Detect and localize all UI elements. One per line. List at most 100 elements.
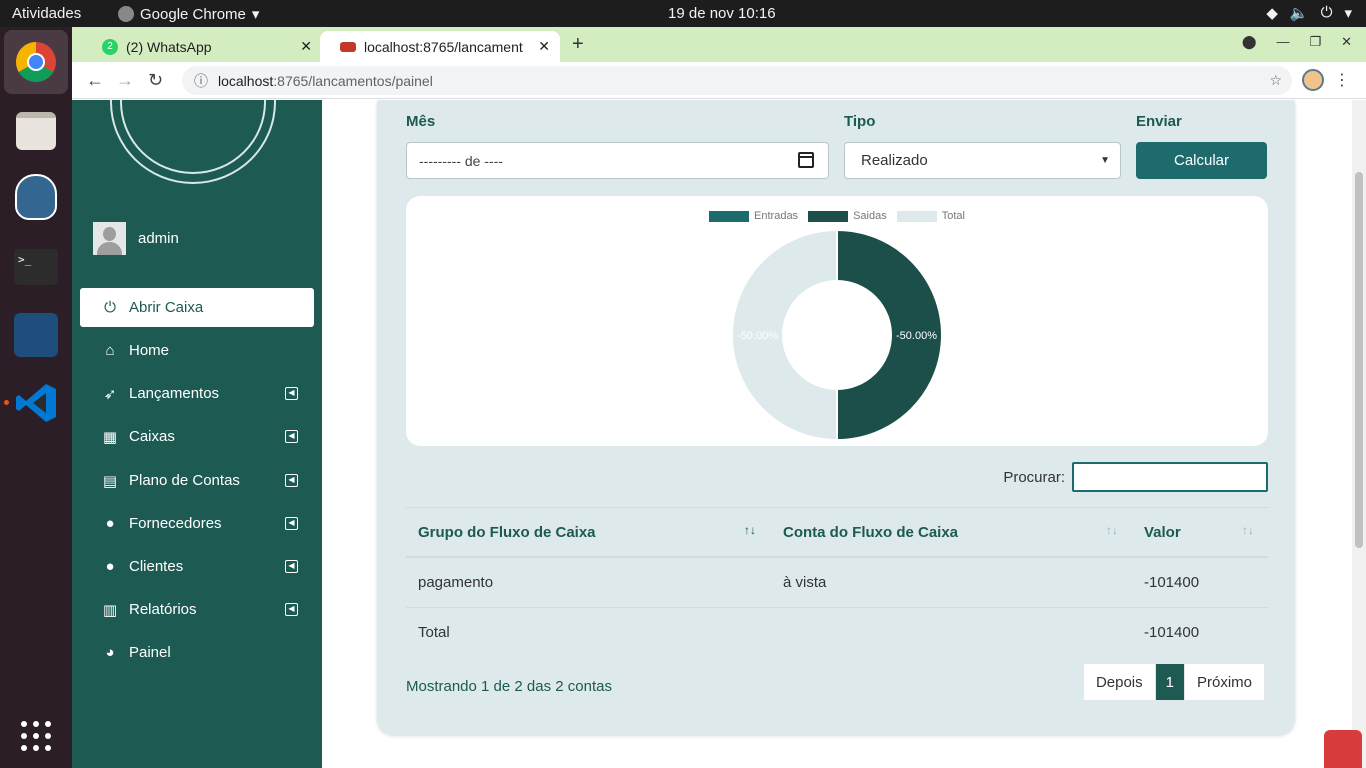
expand-icon[interactable]: ◀	[285, 603, 298, 616]
calculate-button[interactable]: Calcular	[1136, 142, 1267, 179]
files-icon[interactable]	[12, 107, 60, 155]
sidebar-item-plano-de-contas[interactable]: ▤ Plano de Contas ◀	[80, 461, 314, 500]
close-icon[interactable]: ✕	[538, 38, 550, 55]
expand-icon[interactable]: ◀	[285, 560, 298, 573]
tab-whatsapp[interactable]: 2 (2) WhatsApp ✕	[82, 31, 322, 62]
pagination: Depois 1 Próximo	[1083, 664, 1265, 700]
sidebar-item-abrir-caixa[interactable]: ⏻ Abrir Caixa	[80, 288, 314, 327]
expand-icon[interactable]: ◀	[285, 387, 298, 400]
back-icon[interactable]: ←	[86, 70, 104, 91]
chevron-down-icon: ▼	[1100, 155, 1110, 166]
postgres-icon[interactable]	[12, 173, 60, 221]
debug-toolbar-icon[interactable]	[1324, 730, 1362, 768]
chevron-down-icon: ▾	[251, 6, 260, 23]
sidebar-item-label: Clientes	[129, 558, 184, 575]
sidebar-item-label: Relatórios	[129, 601, 197, 618]
page-button[interactable]: 1	[1155, 664, 1185, 700]
sidebar-item-lancamentos[interactable]: ➶ Lançamentos ◀	[80, 374, 314, 413]
table-row: pagamento à vista -101400	[406, 557, 1268, 607]
wifi-icon: ◆	[1266, 5, 1278, 22]
table-search: Procurar:	[406, 462, 1268, 492]
scrollbar[interactable]	[1352, 100, 1366, 768]
sidebar-item-fornecedores[interactable]: ● Fornecedores ◀	[80, 504, 314, 543]
cubes-icon: ▦	[102, 428, 118, 446]
tab-localhost[interactable]: localhost:8765/lancament ✕	[320, 31, 560, 62]
sidebar: admin ⏻ Abrir Caixa ⌂ Home ➶ Lançamentos…	[72, 100, 322, 768]
app-name: Google Chrome	[140, 5, 246, 23]
sidebar-item-label: Caixas	[129, 428, 175, 445]
type-select[interactable]: Realizado ▼	[844, 142, 1121, 179]
expand-icon[interactable]: ◀	[285, 430, 298, 443]
dashboard-card: Mês Tipo Enviar --------- de ---- Realiz…	[377, 100, 1295, 735]
tab-search-icon[interactable]: ⬤	[1242, 34, 1257, 50]
invoice-icon: ▤	[102, 472, 118, 490]
table-info: Mostrando 1 de 2 das 2 contas	[406, 678, 612, 695]
rocket-icon: ➶	[103, 385, 117, 403]
activities-button[interactable]: Atividades	[12, 5, 81, 22]
whatsapp-icon: 2	[102, 38, 118, 55]
clock[interactable]: 19 de nov 10:16	[668, 5, 776, 22]
power-menu-icon: ⏻	[1320, 4, 1333, 21]
sort-icon[interactable]: ↑↓	[1242, 523, 1254, 537]
chart-container: Entradas Saidas Total 0.00%-50.00%-50.00…	[406, 196, 1268, 446]
sidebar-item-caixas[interactable]: ▦ Caixas ◀	[80, 417, 314, 456]
new-tab-button[interactable]: +	[572, 33, 584, 56]
search-input[interactable]	[1072, 462, 1268, 492]
power-icon: ⏻	[104, 299, 116, 316]
column-header[interactable]: Valor	[1144, 524, 1181, 541]
reload-icon[interactable]: ↻	[148, 70, 163, 91]
bookmark-star-icon[interactable]: ☆	[1269, 72, 1282, 89]
minimize-icon[interactable]: —	[1276, 34, 1289, 50]
system-top-bar: Atividades Google Chrome ▾ 19 de nov 10:…	[0, 0, 1366, 27]
apps-grid-icon[interactable]	[12, 712, 60, 760]
avatar	[93, 222, 126, 255]
sidebar-item-clientes[interactable]: ● Clientes ◀	[80, 547, 314, 586]
sidebar-item-label: Home	[129, 342, 170, 359]
type-label: Tipo	[844, 113, 876, 130]
expand-icon[interactable]: ◀	[285, 517, 298, 530]
system-tray[interactable]: ◆ 🔈 ⏻ ▾	[1266, 4, 1352, 22]
chrome-small-icon	[118, 6, 134, 22]
data-label: -50.00%	[896, 330, 937, 342]
maximize-icon[interactable]: ❐	[1309, 34, 1321, 50]
prev-page-button[interactable]: Depois	[1083, 664, 1156, 700]
donut-chart: 0.00%-50.00%-50.00%	[731, 228, 943, 442]
profile-avatar[interactable]	[1302, 69, 1324, 91]
sidebar-item-home[interactable]: ⌂ Home	[80, 331, 314, 370]
next-page-button[interactable]: Próximo	[1184, 664, 1265, 700]
sidebar-item-label: Abrir Caixa	[129, 299, 204, 316]
user-panel[interactable]: admin	[93, 222, 179, 255]
calendar-icon[interactable]	[798, 152, 814, 168]
dock: >_	[0, 27, 72, 768]
volume-icon: 🔈	[1289, 5, 1309, 22]
app-menu[interactable]: Google Chrome ▾	[118, 5, 259, 23]
forward-icon[interactable]: →	[116, 70, 134, 91]
sort-icon[interactable]: ↑↓	[1106, 523, 1118, 537]
close-icon[interactable]: ✕	[300, 38, 312, 55]
sidebar-item-label: Lançamentos	[129, 385, 220, 402]
terminal-icon[interactable]: >_	[12, 243, 60, 291]
url-host: localhost	[218, 72, 274, 89]
running-indicator	[4, 400, 9, 405]
sidebar-item-painel[interactable]: ◕ Painel	[80, 633, 314, 672]
chrome-icon[interactable]	[4, 30, 68, 94]
table-row: Total -101400	[406, 607, 1268, 657]
type-select-value: Realizado	[861, 152, 928, 169]
table-cell: Total	[418, 624, 450, 641]
table-cell: -101400	[1144, 574, 1200, 591]
sort-asc-icon[interactable]: ↑↓	[744, 523, 756, 537]
page-viewport: admin ⏻ Abrir Caixa ⌂ Home ➶ Lançamentos…	[72, 100, 1366, 768]
address-bar[interactable]: ⓘ localhost:8765/lancamentos/painel ☆	[182, 66, 1292, 95]
scrollbar-thumb[interactable]	[1355, 172, 1363, 548]
mysql-icon[interactable]	[12, 311, 60, 359]
expand-icon[interactable]: ◀	[285, 474, 298, 487]
vscode-icon[interactable]	[12, 379, 60, 427]
column-header[interactable]: Grupo do Fluxo de Caixa	[418, 524, 596, 541]
close-window-icon[interactable]: ✕	[1341, 34, 1352, 50]
site-info-icon[interactable]: ⓘ	[194, 71, 208, 91]
user-tie-icon: ●	[105, 515, 115, 532]
more-menu-icon[interactable]: ⋮	[1334, 70, 1350, 90]
sidebar-item-relatorios[interactable]: ▥ Relatórios ◀	[80, 590, 314, 629]
column-header[interactable]: Conta do Fluxo de Caixa	[783, 524, 958, 541]
month-input[interactable]: --------- de ----	[406, 142, 829, 179]
